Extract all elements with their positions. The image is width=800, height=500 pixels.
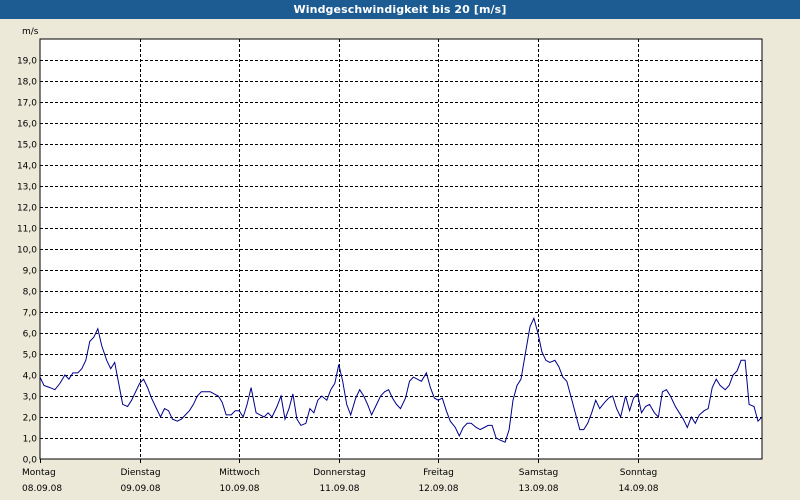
- chart-title: Windgeschwindigkeit bis 20 [m/s]: [0, 0, 800, 19]
- y-axis-label: m/s: [22, 27, 39, 37]
- chart-window: Windgeschwindigkeit bis 20 [m/s] 0,0 1,0 2…: [0, 0, 800, 500]
- y-tick-label: 12,0: [17, 204, 37, 214]
- x-tick-day-label: Mittwoch: [219, 468, 260, 478]
- y-tick-label: 0,0: [23, 456, 38, 466]
- y-tick-label: 14,0: [17, 162, 37, 172]
- y-tick-label: 9,0: [23, 267, 38, 277]
- x-tick-day-label: Samstag: [519, 468, 558, 478]
- x-tick-date-label: 09.09.08: [120, 484, 160, 494]
- x-tick-date-label: 08.09.08: [22, 484, 62, 494]
- x-tick-date-label: 11.09.08: [319, 484, 359, 494]
- y-tick-label: 16,0: [17, 120, 37, 130]
- x-tick-date-label: 14.09.08: [618, 484, 658, 494]
- x-tick-date-label: 10.09.08: [219, 484, 259, 494]
- x-tick-day-label: Dienstag: [120, 468, 160, 478]
- y-tick-label: 17,0: [17, 99, 37, 109]
- y-tick-label: 4,0: [23, 372, 38, 382]
- y-tick-label: 18,0: [17, 78, 37, 88]
- x-tick-day-label: Freitag: [423, 468, 454, 478]
- y-tick-label: 2,0: [23, 414, 38, 424]
- x-tick-date-label: 13.09.08: [518, 484, 558, 494]
- x-tick-day-label: Sonntag: [620, 468, 657, 478]
- chart-canvas: 0,0 1,0 2,0 3,0 4,0 5,0 6,0 7,0 8,0 9,0 10,0 11,0 12…: [17, 27, 763, 494]
- y-axis-ticks: 0,0 1,0 2,0 3,0 4,0 5,0 6,0 7,0 8,0 9,0 10,0 11,0 12…: [17, 57, 37, 466]
- y-tick-label: 10,0: [17, 246, 37, 256]
- y-tick-label: 5,0: [23, 351, 38, 361]
- x-tick-day-label: Donnerstag: [313, 468, 366, 478]
- y-tick-label: 7,0: [23, 309, 38, 319]
- x-tick-date-label: 12.09.08: [418, 484, 458, 494]
- x-axis-ticks: Montag 08.09.08 Dienstag 09.09.08 Mittwoch 10…: [22, 459, 659, 494]
- x-tick-day-label: Montag: [22, 468, 56, 478]
- y-tick-label: 6,0: [23, 330, 38, 340]
- y-tick-label: 11,0: [17, 225, 37, 235]
- y-tick-label: 19,0: [17, 57, 37, 67]
- y-tick-label: 13,0: [17, 183, 37, 193]
- y-tick-label: 3,0: [23, 393, 38, 403]
- y-tick-label: 15,0: [17, 141, 37, 151]
- y-tick-label: 1,0: [23, 435, 38, 445]
- y-tick-label: 8,0: [23, 288, 38, 298]
